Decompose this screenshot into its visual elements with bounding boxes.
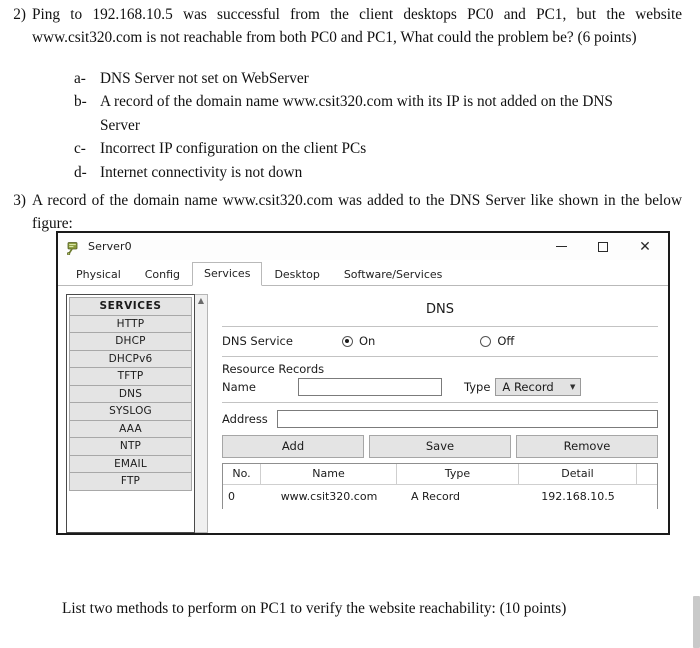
- dns-service-row: DNS Service On Off: [222, 327, 658, 356]
- tab-bar: Physical Config Services Desktop Softwar…: [58, 260, 668, 286]
- dns-service-on-option[interactable]: On: [342, 334, 375, 348]
- option-c-text: Incorrect IP configuration on the client…: [100, 140, 367, 158]
- tab-config[interactable]: Config: [133, 263, 192, 286]
- minimize-icon: [555, 246, 567, 247]
- minimize-button[interactable]: [540, 233, 582, 260]
- option-b-text: A record of the domain name www.csit320.…: [100, 93, 613, 134]
- sidebar-item-ntp[interactable]: NTP: [69, 437, 192, 456]
- option-d-text: Internet connectivity is not down: [100, 163, 303, 181]
- address-input[interactable]: [277, 410, 658, 428]
- address-row: Address: [222, 403, 658, 435]
- sidebar-item-dhcpv6[interactable]: DHCPv6: [69, 349, 192, 368]
- record-action-buttons: Add Save Remove: [222, 435, 658, 463]
- scroll-up-icon[interactable]: ▲: [195, 295, 207, 305]
- column-header-detail: Detail: [519, 464, 637, 484]
- sidebar-item-dhcp[interactable]: DHCP: [69, 332, 192, 351]
- address-label: Address: [222, 412, 268, 426]
- option-d: d- Internet connectivity is not down: [74, 161, 674, 184]
- option-b: b- A record of the domain name www.csit3…: [74, 90, 674, 137]
- tab-services[interactable]: Services: [192, 262, 263, 286]
- page-scrollbar-thumb[interactable]: [693, 596, 700, 648]
- chevron-down-icon: ▼: [570, 382, 576, 391]
- radio-off-label: Off: [497, 334, 515, 348]
- table-row[interactable]: 0 www.csit320.com A Record 192.168.10.5: [223, 485, 657, 509]
- question-3: 3) A record of the domain name www.csit3…: [6, 189, 696, 236]
- maximize-icon: [598, 241, 608, 252]
- cell-no: 0: [228, 490, 235, 503]
- add-button[interactable]: Add: [222, 435, 364, 458]
- dns-service-off-option[interactable]: Off: [480, 334, 514, 348]
- save-button[interactable]: Save: [369, 435, 511, 458]
- sidebar-item-ftp[interactable]: FTP: [69, 472, 192, 491]
- sidebar-item-tftp[interactable]: TFTP: [69, 367, 192, 386]
- cell-type: A Record: [411, 490, 461, 503]
- question-2: 2) Ping to 192.168.10.5 was successful f…: [6, 3, 696, 50]
- window-title-bar: Server0 ✕: [58, 233, 668, 260]
- question-2-text: Ping to 192.168.10.5 was successful from…: [32, 6, 682, 47]
- cell-detail: 192.168.10.5: [541, 490, 615, 503]
- option-d-marker: d-: [74, 163, 87, 181]
- dns-panel-title: DNS: [426, 302, 454, 317]
- sidebar-item-http[interactable]: HTTP: [69, 314, 192, 333]
- window-controls: ✕: [540, 233, 666, 260]
- type-label: Type: [464, 380, 491, 394]
- option-b-marker: b-: [74, 93, 87, 111]
- packet-tracer-window: Server0 ✕ Physical Config Services Deskt…: [56, 231, 670, 535]
- option-a: a- DNS Server not set on WebServer: [74, 67, 674, 90]
- type-select[interactable]: A Record ▼: [495, 378, 582, 396]
- sidebar-item-email[interactable]: EMAIL: [69, 454, 192, 473]
- option-a-marker: a-: [74, 70, 86, 87]
- dns-service-label: DNS Service: [222, 334, 293, 348]
- column-header-no: No.: [223, 464, 261, 484]
- sidebar-item-dns[interactable]: DNS: [69, 384, 192, 403]
- type-select-value: A Record: [502, 380, 554, 394]
- question-2-number: 2): [13, 6, 26, 23]
- question-2-options: a- DNS Server not set on WebServer b- A …: [74, 67, 674, 184]
- name-input[interactable]: [298, 378, 442, 396]
- records-table: No. Name Type Detail 0 www.csit320.com A…: [222, 463, 658, 509]
- radio-off-icon[interactable]: [480, 335, 492, 347]
- tab-desktop[interactable]: Desktop: [262, 263, 331, 286]
- tab-software-services[interactable]: Software/Services: [332, 263, 455, 286]
- maximize-button[interactable]: [582, 233, 624, 260]
- question-3-number: 3): [13, 192, 26, 209]
- window-title-group: Server0: [58, 240, 132, 255]
- column-header-spacer: [637, 464, 657, 484]
- question-3-text: A record of the domain name www.csit320.…: [32, 192, 682, 233]
- option-a-text: DNS Server not set on WebServer: [100, 70, 309, 87]
- radio-on-label: On: [359, 334, 376, 348]
- services-sidebar: SERVICES HTTP DHCP DHCPv6 TFTP DNS SYSLO…: [66, 294, 195, 533]
- window-body: SERVICES HTTP DHCP DHCPv6 TFTP DNS SYSLO…: [58, 286, 668, 533]
- sidebar-item-aaa[interactable]: AAA: [69, 419, 192, 438]
- column-header-name: Name: [261, 464, 397, 484]
- dns-config-panel: DNS DNS Service On Off Resource Records …: [208, 294, 668, 533]
- cell-spacer: [637, 485, 657, 509]
- records-table-header-row: No. Name Type Detail: [223, 464, 657, 485]
- name-row: Name Type A Record ▼: [222, 378, 658, 402]
- services-sidebar-scrollbar[interactable]: ▲: [195, 294, 208, 533]
- window-title: Server0: [88, 240, 132, 253]
- remove-button[interactable]: Remove: [516, 435, 658, 458]
- radio-on-icon[interactable]: [342, 335, 353, 347]
- sidebar-item-services-header: SERVICES: [69, 297, 192, 316]
- close-button[interactable]: ✕: [624, 233, 666, 260]
- server-icon: [66, 240, 81, 255]
- column-header-type: Type: [397, 464, 519, 484]
- name-label: Name: [222, 380, 256, 394]
- close-icon: ✕: [639, 238, 651, 255]
- tab-physical[interactable]: Physical: [64, 263, 133, 286]
- option-c-marker: c-: [74, 140, 86, 158]
- cell-name: www.csit320.com: [280, 490, 378, 503]
- resource-records-label: Resource Records: [222, 362, 325, 376]
- footer-question-text: List two methods to perform on PC1 to ve…: [62, 600, 567, 617]
- option-c: c- Incorrect IP configuration on the cli…: [74, 137, 674, 160]
- sidebar-item-syslog[interactable]: SYSLOG: [69, 402, 192, 421]
